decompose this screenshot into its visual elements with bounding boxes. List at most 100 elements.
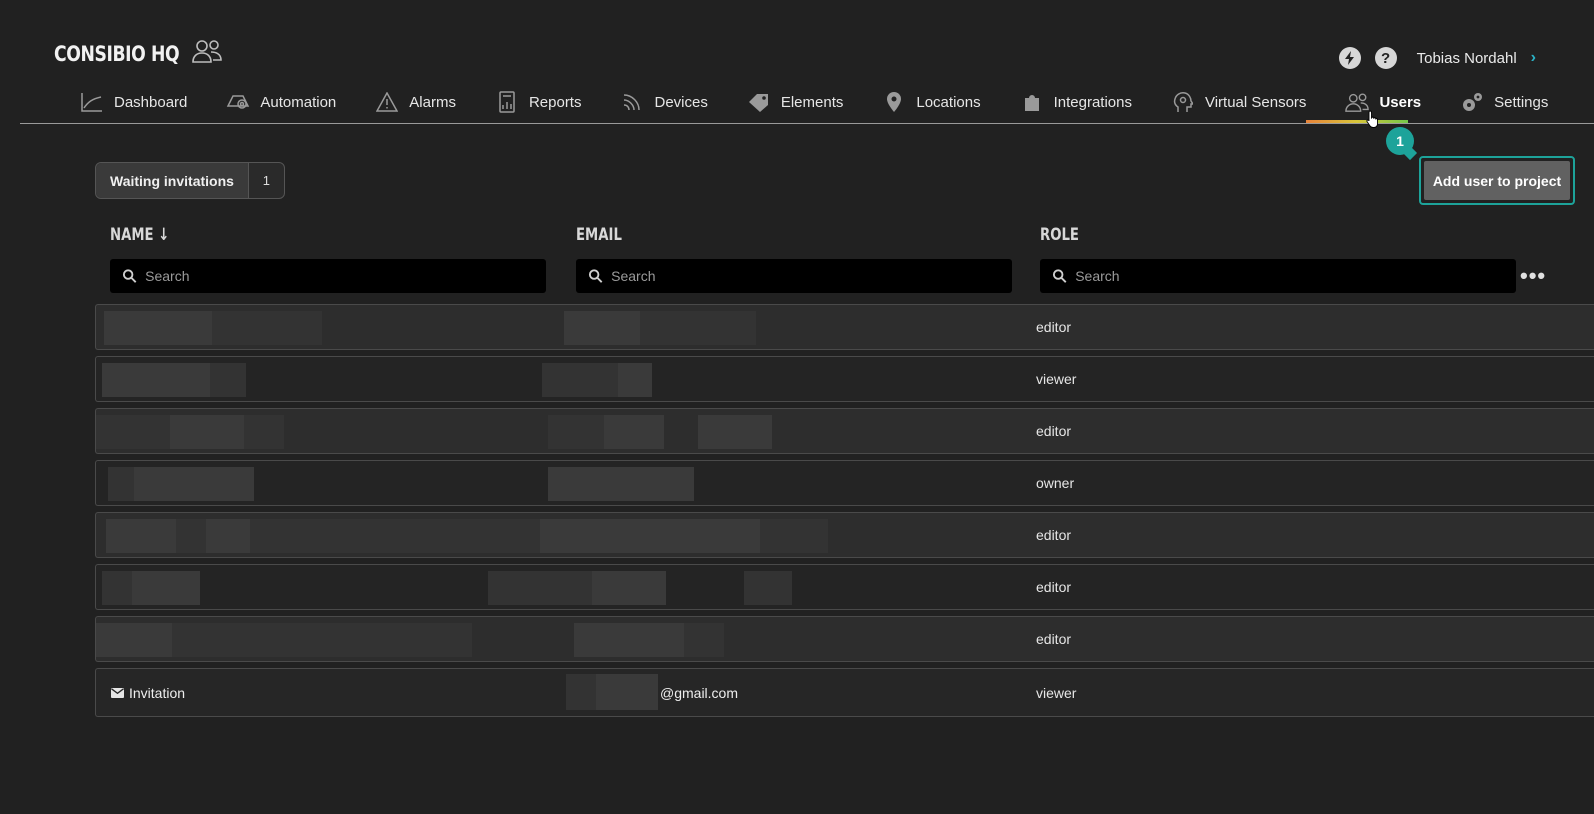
invitation-label: Invitation bbox=[129, 685, 186, 701]
chevron-right-icon[interactable]: › bbox=[1531, 49, 1536, 67]
redacted-email bbox=[566, 674, 596, 710]
add-user-button[interactable]: Add user to project bbox=[1424, 161, 1570, 200]
table-row[interactable]: editor bbox=[95, 304, 1594, 350]
redacted-email bbox=[744, 571, 792, 605]
redacted-name bbox=[210, 363, 246, 397]
user-role: viewer bbox=[1036, 371, 1077, 387]
nav-reports[interactable]: Reports bbox=[495, 86, 601, 118]
redacted-email bbox=[548, 467, 694, 501]
nav-virtual-sensors[interactable]: Virtual Sensors bbox=[1171, 86, 1325, 118]
more-options-icon[interactable]: ••• bbox=[1520, 263, 1546, 289]
nav-dashboard[interactable]: Dashboard bbox=[80, 86, 206, 118]
report-icon bbox=[495, 90, 519, 114]
header-actions: ? Tobias Nordahl › bbox=[1338, 47, 1536, 69]
nav-divider bbox=[20, 123, 1594, 124]
role-search-input[interactable] bbox=[1075, 268, 1516, 284]
main-nav: Dashboard Automation Alarms Reports Devi… bbox=[80, 86, 1587, 118]
redacted-name bbox=[102, 363, 210, 397]
nav-alarms[interactable]: Alarms bbox=[375, 86, 475, 118]
column-header-email[interactable]: EMAIL bbox=[576, 225, 622, 245]
tag-icon bbox=[747, 90, 771, 114]
automation-icon bbox=[226, 90, 250, 114]
nav-label: Alarms bbox=[409, 93, 456, 111]
table-row[interactable]: editor bbox=[95, 564, 1594, 610]
nav-users[interactable]: Users bbox=[1345, 86, 1440, 118]
tour-step-badge[interactable]: 1 bbox=[1386, 127, 1414, 155]
table-row[interactable]: editor bbox=[95, 512, 1594, 558]
table-row[interactable]: editor bbox=[95, 616, 1594, 662]
nav-elements[interactable]: Elements bbox=[747, 86, 863, 118]
user-role: owner bbox=[1036, 475, 1075, 491]
lightning-icon[interactable] bbox=[1338, 47, 1361, 69]
search-icon bbox=[1052, 269, 1067, 283]
nav-devices[interactable]: Devices bbox=[620, 86, 726, 118]
redacted-email bbox=[540, 519, 760, 553]
user-role: editor bbox=[1036, 579, 1072, 595]
table-row[interactable]: viewer bbox=[95, 356, 1594, 402]
user-role: editor bbox=[1036, 319, 1072, 335]
brand: CONSIBIO HQ bbox=[54, 38, 223, 69]
user-role: editor bbox=[1036, 423, 1072, 439]
redacted-name bbox=[244, 415, 284, 449]
email-search-input[interactable] bbox=[611, 268, 1012, 284]
user-role: editor bbox=[1036, 527, 1072, 543]
waiting-invitations-label: Waiting invitations bbox=[96, 163, 248, 198]
nav-label: Integrations bbox=[1053, 93, 1132, 111]
nav-label: Locations bbox=[916, 93, 981, 111]
waiting-invitations-count: 1 bbox=[247, 163, 284, 198]
redacted-name bbox=[172, 623, 472, 657]
users-table: editor viewer editor owner editor editor… bbox=[95, 304, 1594, 723]
nav-label: Settings bbox=[1494, 93, 1549, 111]
nav-label: Reports bbox=[528, 93, 582, 111]
redacted-name bbox=[108, 467, 134, 501]
redacted-email bbox=[574, 623, 684, 657]
redacted-name bbox=[176, 519, 206, 553]
redacted-name bbox=[134, 467, 254, 501]
email-search bbox=[576, 259, 1012, 293]
nav-settings[interactable]: Settings bbox=[1460, 86, 1567, 118]
redacted-email bbox=[618, 363, 652, 397]
nav-locations[interactable]: Locations bbox=[882, 86, 999, 118]
redacted-email bbox=[604, 415, 664, 449]
search-icon bbox=[122, 269, 137, 283]
nav-integrations[interactable]: Integrations bbox=[1020, 86, 1151, 118]
column-header-role[interactable]: ROLE bbox=[1040, 225, 1079, 245]
redacted-email bbox=[596, 674, 658, 710]
role-search bbox=[1040, 259, 1516, 293]
user-name[interactable]: Tobias Nordahl bbox=[1417, 50, 1517, 67]
redacted-name bbox=[96, 415, 170, 449]
redacted-email bbox=[698, 415, 772, 449]
column-header-name[interactable]: NAME ↓ bbox=[110, 225, 169, 245]
redacted-name bbox=[104, 311, 212, 345]
map-pin-icon bbox=[882, 90, 906, 114]
invitation-name: Invitation bbox=[111, 685, 185, 701]
nav-automation[interactable]: Automation bbox=[226, 86, 355, 118]
wifi-icon bbox=[620, 90, 644, 114]
invitation-row[interactable]: Invitation @gmail.com viewer bbox=[95, 668, 1594, 717]
nav-label: Elements bbox=[780, 93, 844, 111]
redacted-email bbox=[542, 363, 618, 397]
table-row[interactable]: owner bbox=[95, 460, 1594, 506]
name-search bbox=[110, 259, 546, 293]
redacted-name bbox=[132, 571, 200, 605]
redacted-name bbox=[206, 519, 250, 553]
waiting-invitations-button[interactable]: Waiting invitations 1 bbox=[95, 162, 285, 199]
user-role: editor bbox=[1036, 631, 1072, 647]
redacted-name bbox=[102, 571, 132, 605]
redacted-email bbox=[684, 623, 724, 657]
puzzle-icon bbox=[1020, 90, 1044, 114]
users-icon[interactable] bbox=[191, 38, 223, 69]
redacted-name bbox=[106, 519, 176, 553]
warning-icon bbox=[375, 90, 399, 114]
help-button[interactable]: ? bbox=[1374, 47, 1397, 69]
nav-label: Automation bbox=[260, 93, 337, 111]
redacted-email bbox=[760, 519, 828, 553]
search-icon bbox=[588, 269, 603, 283]
name-search-input[interactable] bbox=[145, 268, 546, 284]
envelope-icon bbox=[111, 688, 124, 698]
table-row[interactable]: editor bbox=[95, 408, 1594, 454]
hand-cursor-icon bbox=[1366, 110, 1378, 128]
head-icon bbox=[1171, 90, 1195, 114]
invitation-email: @gmail.com bbox=[660, 685, 739, 701]
user-role: viewer bbox=[1036, 685, 1077, 701]
